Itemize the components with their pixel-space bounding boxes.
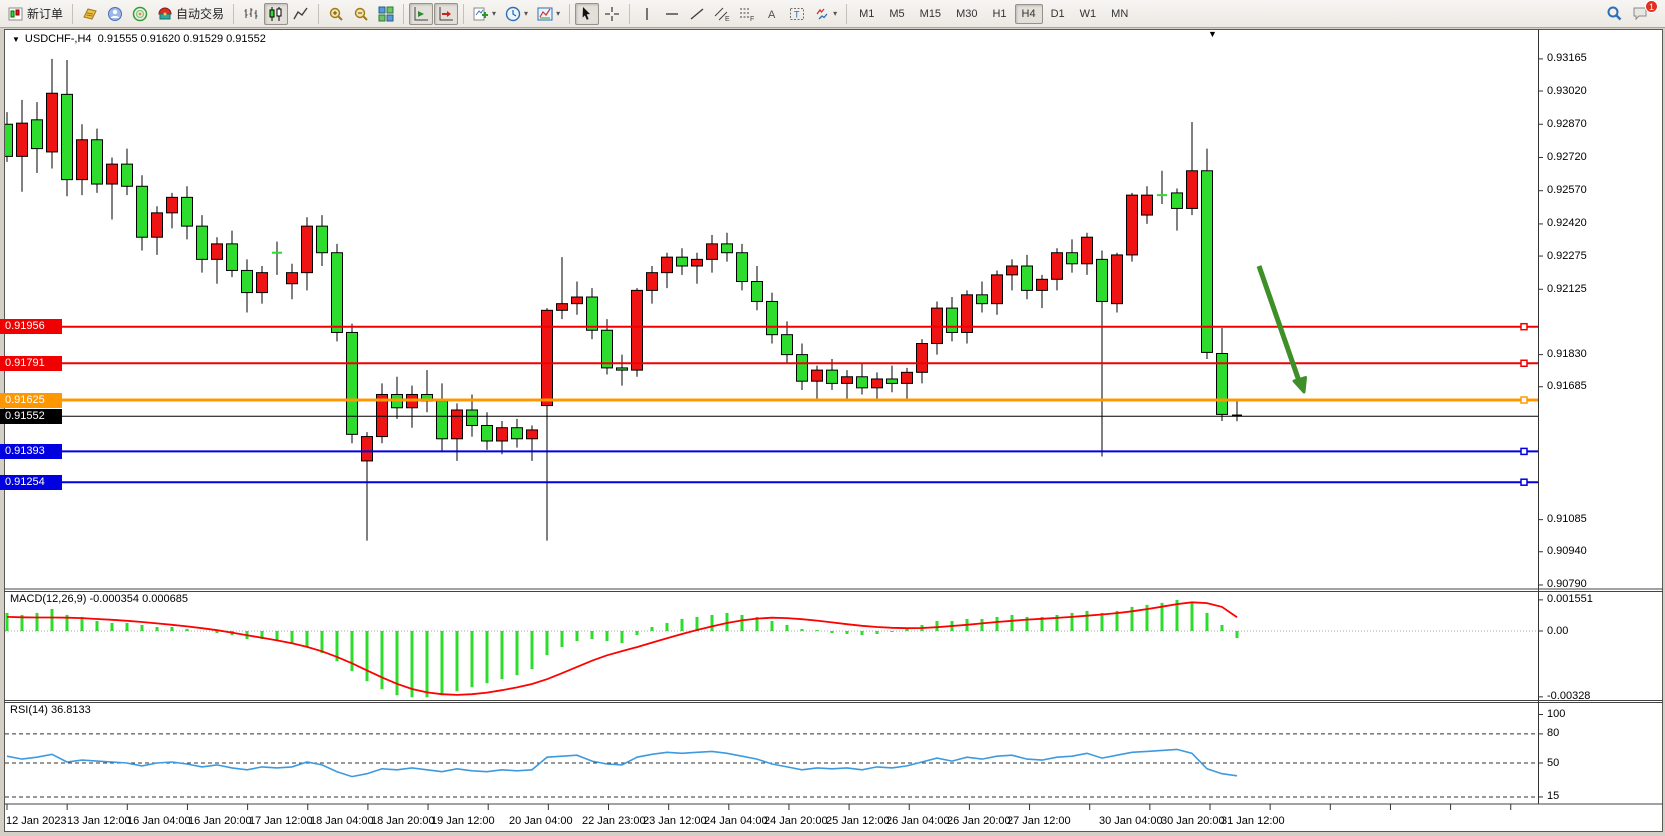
line-chart-icon bbox=[293, 6, 309, 22]
timeframe-button-m5[interactable]: M5 bbox=[882, 4, 911, 24]
horizontal-line-icon bbox=[664, 6, 680, 22]
market-watch-button[interactable] bbox=[78, 3, 102, 25]
window-edge-left bbox=[0, 28, 4, 836]
auto-trading-button[interactable]: 自动交易 bbox=[153, 3, 228, 25]
new-order-icon bbox=[8, 6, 24, 22]
auto-scroll-button[interactable] bbox=[409, 3, 433, 25]
arrows-icon bbox=[814, 6, 830, 22]
channel-icon: E bbox=[714, 6, 730, 22]
zoom-out-icon bbox=[353, 6, 369, 22]
candlestick-chart-button[interactable] bbox=[264, 3, 288, 25]
toolbar-separator bbox=[233, 4, 234, 24]
text-icon: A bbox=[764, 6, 780, 22]
template-icon bbox=[537, 6, 553, 22]
add-indicator-icon bbox=[473, 6, 489, 22]
chart-window[interactable] bbox=[4, 29, 1663, 832]
clock-icon bbox=[505, 6, 521, 22]
chevron-down-icon: ▾ bbox=[556, 9, 560, 18]
toolbar-separator bbox=[569, 4, 570, 24]
chart-shift-button[interactable] bbox=[434, 3, 458, 25]
toolbar-separator bbox=[403, 4, 404, 24]
candlestick-chart-icon bbox=[268, 6, 284, 22]
profile-cloud-icon bbox=[107, 6, 123, 22]
trendline-button[interactable] bbox=[685, 3, 709, 25]
toolbar-separator bbox=[72, 4, 73, 24]
svg-text:T: T bbox=[794, 9, 800, 19]
notifications-button[interactable]: 1 bbox=[1628, 3, 1653, 25]
new-order-button[interactable]: 新订单 bbox=[4, 3, 67, 25]
toolbar-separator bbox=[846, 4, 847, 24]
zoom-in-button[interactable] bbox=[324, 3, 348, 25]
timeframe-button-h4[interactable]: H4 bbox=[1015, 4, 1043, 24]
bar-chart-icon bbox=[243, 6, 259, 22]
tile-windows-icon bbox=[378, 6, 394, 22]
indicators-button[interactable]: ▾ bbox=[469, 3, 500, 25]
zoom-in-icon bbox=[328, 6, 344, 22]
cursor-button[interactable] bbox=[575, 3, 599, 25]
auto-trading-label: 自动交易 bbox=[176, 5, 224, 22]
timeframe-button-m30[interactable]: M30 bbox=[949, 4, 984, 24]
crosshair-button[interactable] bbox=[600, 3, 624, 25]
svg-text:E: E bbox=[725, 16, 730, 22]
toolbar-separator bbox=[629, 4, 630, 24]
profile-button[interactable] bbox=[103, 3, 127, 25]
search-button[interactable] bbox=[1602, 3, 1627, 25]
auto-trading-icon bbox=[157, 6, 173, 22]
bar-chart-button[interactable] bbox=[239, 3, 263, 25]
signal-icon bbox=[132, 6, 148, 22]
periods-button[interactable]: ▾ bbox=[501, 3, 532, 25]
svg-text:F: F bbox=[750, 16, 754, 22]
crosshair-icon bbox=[604, 6, 620, 22]
cursor-icon bbox=[579, 6, 595, 22]
chevron-down-icon: ▾ bbox=[524, 9, 528, 18]
new-order-label: 新订单 bbox=[27, 5, 63, 22]
zoom-out-button[interactable] bbox=[349, 3, 373, 25]
window-edge-bottom bbox=[0, 832, 1665, 836]
chevron-down-icon: ▾ bbox=[492, 9, 496, 18]
line-chart-button[interactable] bbox=[289, 3, 313, 25]
arrows-button[interactable]: ▾ bbox=[810, 3, 841, 25]
timeframe-toolbar: M1M5M15M30H1H4D1W1MN bbox=[852, 4, 1135, 24]
main-toolbar: 新订单 自动交易 ▾ ▾ bbox=[0, 0, 1665, 28]
auto-scroll-icon bbox=[413, 6, 429, 22]
fibonacci-button[interactable]: F bbox=[735, 3, 759, 25]
text-button[interactable]: A bbox=[760, 3, 784, 25]
timeframe-button-w1[interactable]: W1 bbox=[1073, 4, 1104, 24]
tile-windows-button[interactable] bbox=[374, 3, 398, 25]
chart-shift-icon bbox=[438, 6, 454, 22]
notification-badge: 1 bbox=[1645, 0, 1658, 13]
equidistant-channel-button[interactable]: E bbox=[710, 3, 734, 25]
text-label-icon: T bbox=[789, 6, 805, 22]
vertical-line-button[interactable] bbox=[635, 3, 659, 25]
trendline-icon bbox=[689, 6, 705, 22]
signals-button[interactable] bbox=[128, 3, 152, 25]
search-icon bbox=[1606, 5, 1623, 22]
toolbar-separator bbox=[463, 4, 464, 24]
svg-text:A: A bbox=[768, 9, 776, 21]
timeframe-button-m1[interactable]: M1 bbox=[852, 4, 881, 24]
fibonacci-icon: F bbox=[739, 6, 755, 22]
horizontal-line-button[interactable] bbox=[660, 3, 684, 25]
timeframe-button-d1[interactable]: D1 bbox=[1044, 4, 1072, 24]
timeframe-button-m15[interactable]: M15 bbox=[913, 4, 948, 24]
timeframe-button-h1[interactable]: H1 bbox=[985, 4, 1013, 24]
templates-button[interactable]: ▾ bbox=[533, 3, 564, 25]
timeframe-button-mn[interactable]: MN bbox=[1104, 4, 1135, 24]
text-label-button[interactable]: T bbox=[785, 3, 809, 25]
price-list-icon bbox=[82, 6, 98, 22]
vertical-line-icon bbox=[639, 6, 655, 22]
toolbar-separator bbox=[318, 4, 319, 24]
chevron-down-icon: ▾ bbox=[833, 9, 837, 18]
